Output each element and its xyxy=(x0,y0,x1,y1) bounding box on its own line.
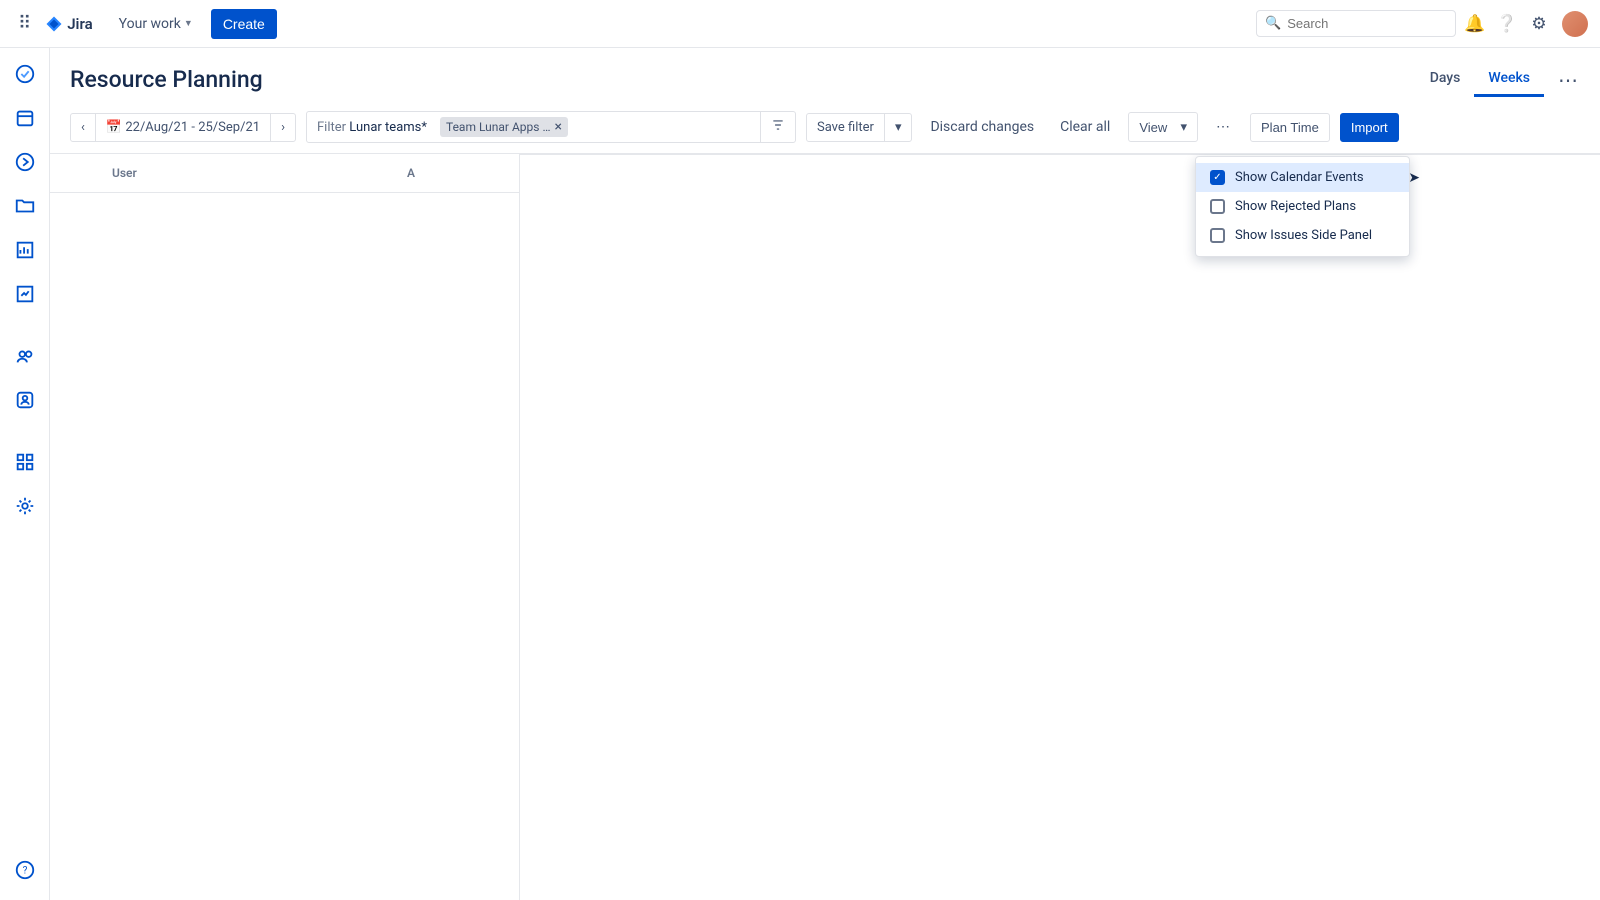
side-rail: ? xyxy=(0,48,50,900)
menu-show-rejected-plans[interactable]: Show Rejected Plans xyxy=(1196,192,1409,221)
rail-planning-icon[interactable] xyxy=(13,62,37,86)
rail-report-icon[interactable] xyxy=(13,282,37,306)
page-header: Resource Planning Days Weeks ⋯ xyxy=(50,48,1600,101)
save-filter-dropdown[interactable]: ▾ xyxy=(885,114,912,141)
clear-all-link[interactable]: Clear all xyxy=(1052,113,1118,141)
left-header-row: User A xyxy=(50,154,519,193)
col-user-label: User xyxy=(112,166,407,180)
filter-chip-team[interactable]: Team Lunar Apps …× xyxy=(440,117,568,137)
date-prev-button[interactable]: ‹ xyxy=(71,114,96,141)
view-options-menu: ✓ Show Calendar Events Show Rejected Pla… xyxy=(1195,156,1410,257)
save-filter-group: Save filter ▾ xyxy=(806,113,912,142)
filter-icon[interactable] xyxy=(760,112,795,142)
app-switcher-icon[interactable]: ⠿ xyxy=(12,9,37,38)
page-more-icon[interactable]: ⋯ xyxy=(1558,68,1580,92)
help-icon[interactable]: ❔ xyxy=(1494,11,1520,37)
plan-time-button[interactable]: Plan Time xyxy=(1250,113,1330,142)
grid-left-panel: User A xyxy=(50,154,520,900)
chevron-down-icon: ▼ xyxy=(184,18,193,29)
tab-days[interactable]: Days xyxy=(1416,62,1475,97)
rail-team-icon[interactable] xyxy=(13,344,37,368)
rail-expand-icon[interactable] xyxy=(13,150,37,174)
checkbox-icon xyxy=(1210,228,1225,243)
toolbar: ‹ 📅 22/Aug/21 - 25/Sep/21 › Filter Lunar… xyxy=(50,101,1600,154)
search-icon: 🔍 xyxy=(1265,16,1281,31)
filter-box: Filter Lunar teams* Team Lunar Apps …× xyxy=(306,111,796,143)
rail-folder-icon[interactable] xyxy=(13,194,37,218)
profile-avatar[interactable] xyxy=(1562,11,1588,37)
date-next-button[interactable]: › xyxy=(271,114,295,141)
top-nav: ⠿ Jira Your work ▼ Create 🔍 🔔 ❔ ⚙ xyxy=(0,0,1600,48)
toolbar-more-icon[interactable]: ⋯ xyxy=(1208,113,1240,141)
search-box[interactable]: 🔍 xyxy=(1256,10,1456,37)
cursor-icon: ➤ xyxy=(1408,170,1420,186)
date-range-picker: ‹ 📅 22/Aug/21 - 25/Sep/21 › xyxy=(70,113,296,142)
discard-changes-link[interactable]: Discard changes xyxy=(922,113,1042,141)
notifications-icon[interactable]: 🔔 xyxy=(1462,11,1488,37)
nav-item-your-work[interactable]: Your work ▼ xyxy=(113,12,199,36)
import-button[interactable]: Import xyxy=(1340,113,1399,142)
rail-chart-icon[interactable] xyxy=(13,238,37,262)
resource-grid: User A ✓ Show Calendar Events xyxy=(50,154,1600,900)
checkbox-icon xyxy=(1210,199,1225,214)
rail-gear-icon[interactable] xyxy=(13,494,37,518)
menu-show-issues-side-panel[interactable]: Show Issues Side Panel xyxy=(1196,221,1409,250)
tab-weeks[interactable]: Weeks xyxy=(1474,62,1544,97)
rail-calendar-icon[interactable] xyxy=(13,106,37,130)
chip-remove-icon[interactable]: × xyxy=(554,119,561,135)
grid-right-panel[interactable]: ✓ Show Calendar Events Show Rejected Pla… xyxy=(520,154,1600,900)
filter-label: Filter xyxy=(317,120,346,135)
col-a-label: A xyxy=(407,166,507,180)
view-tabs: Days Weeks xyxy=(1416,62,1544,97)
rail-apps-grid-icon[interactable] xyxy=(13,450,37,474)
view-dropdown-button[interactable]: View ▾ xyxy=(1128,112,1198,142)
search-input[interactable] xyxy=(1287,16,1447,31)
rail-person-icon[interactable] xyxy=(13,388,37,412)
menu-show-calendar-events[interactable]: ✓ Show Calendar Events xyxy=(1196,163,1409,192)
settings-icon[interactable]: ⚙ xyxy=(1526,11,1552,37)
jira-logo[interactable]: Jira xyxy=(43,15,100,33)
svg-text:?: ? xyxy=(22,866,27,877)
save-filter-button[interactable]: Save filter xyxy=(807,114,885,141)
date-range-button[interactable]: 📅 22/Aug/21 - 25/Sep/21 xyxy=(96,114,271,141)
page-title: Resource Planning xyxy=(70,66,263,93)
rail-help-icon[interactable]: ? xyxy=(13,858,37,882)
create-button[interactable]: Create xyxy=(211,9,277,39)
checkbox-checked-icon: ✓ xyxy=(1210,170,1225,185)
calendar-header xyxy=(520,154,1600,155)
